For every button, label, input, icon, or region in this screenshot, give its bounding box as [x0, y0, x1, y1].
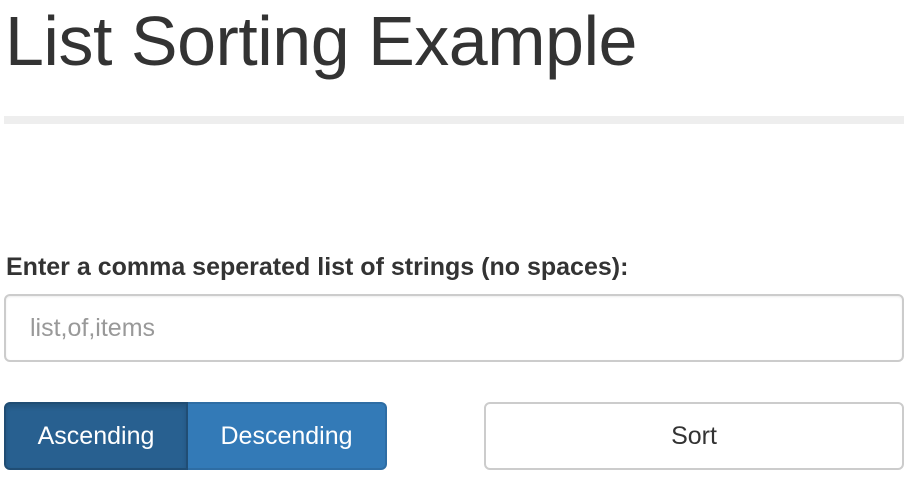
ascending-button[interactable]: Ascending — [4, 402, 188, 470]
descending-button[interactable]: Descending — [188, 402, 387, 470]
page: List Sorting Example Enter a comma seper… — [0, 0, 908, 480]
sort-button[interactable]: Sort — [484, 402, 904, 470]
list-input-label: Enter a comma seperated list of strings … — [6, 253, 629, 281]
page-title: List Sorting Example — [5, 2, 637, 80]
list-input[interactable] — [4, 294, 904, 362]
title-divider — [4, 116, 904, 124]
sort-order-toggle-group: Ascending Descending — [4, 402, 387, 470]
